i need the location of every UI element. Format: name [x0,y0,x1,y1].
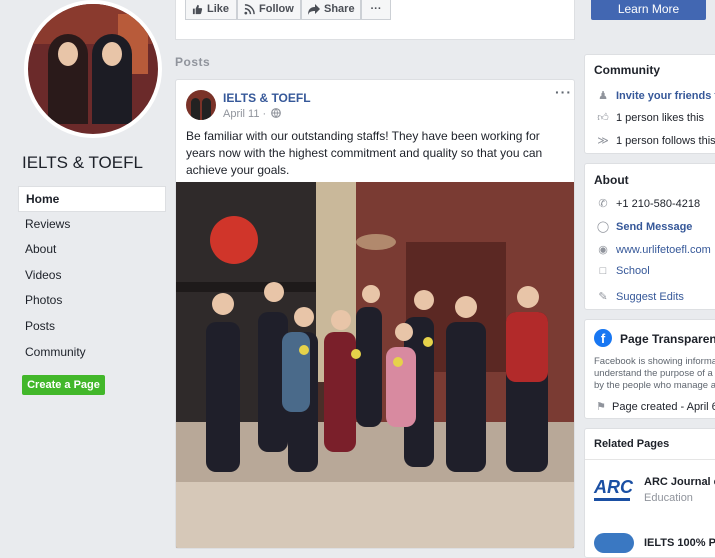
arc-logo-icon[interactable]: ARC [594,476,634,506]
rss-icon: ≫ [597,135,609,147]
nav-item-reviews[interactable]: Reviews [18,212,166,238]
category-row[interactable]: □ School [594,263,650,279]
facebook-logo-icon: f [594,329,612,347]
post-photo[interactable] [176,182,574,548]
messenger-icon: ◯ [596,221,610,233]
more-actions-button[interactable]: ··· [361,0,391,20]
nav-item-about[interactable]: About [18,237,166,263]
related-page-category: Education [644,492,693,504]
invite-friends-link[interactable]: Invite your friends to [616,90,715,102]
follow-label: Follow [259,3,294,15]
post-card: IELTS & TOEFL April 11 · ··· Be familiar… [175,79,575,549]
globe-icon [271,108,282,118]
thumbs-up-icon [192,4,203,14]
post-timestamp[interactable]: April 11 · [223,108,282,120]
divider [585,459,715,460]
page-created-text: Page created - April 6 [612,401,715,413]
friends-icon: ♟ [598,90,608,102]
posts-section-label: Posts [175,55,211,69]
related-page-name[interactable]: ARC Journal of [644,476,715,488]
learn-more-button[interactable]: Learn More [591,0,706,20]
message-row[interactable]: ◯ Send Message [594,219,693,235]
send-message-link[interactable]: Send Message [616,221,692,233]
like-button[interactable]: Like [185,0,237,20]
rss-follow-icon [244,3,255,15]
create-page-button[interactable]: Create a Page [22,375,105,395]
follow-button[interactable]: Follow [237,0,301,20]
related-pages-card: Related Pages ARC ARC Journal of Educati… [584,428,715,558]
thumbs-up-icon: 👍︎ [597,112,609,124]
post-options-button[interactable]: ··· [555,84,572,100]
share-label: Share [324,3,355,15]
about-card: About ✆ +1 210-580-4218 ◯ Send Message ◉ ww… [584,163,715,310]
phone-row: ✆ +1 210-580-4218 [594,196,700,212]
phone-number: +1 210-580-4218 [616,198,701,210]
related-pages-title: Related Pages [594,438,670,450]
website-row[interactable]: ◉ www.urlifetoefl.com [594,242,711,258]
follows-count: 1 person follows this [616,135,715,147]
flag-icon: ⚑ [596,401,606,413]
related-page-logo-icon[interactable] [594,533,634,553]
post-date-text: April 11 · [223,108,267,120]
phone-icon: ✆ [598,198,608,210]
share-button[interactable]: Share [301,0,361,20]
nav-item-home[interactable]: Home [18,186,166,212]
likes-row: 👍︎ 1 person likes this [594,110,704,126]
post-author-avatar[interactable] [186,90,216,120]
page-name[interactable]: IELTS & TOEFL [22,153,143,173]
globe-icon: ◉ [598,244,608,256]
follows-row: ≫ 1 person follows this [594,133,715,149]
community-card: Community ♟ Invite your friends to 👍︎ 1 pe… [584,54,715,154]
pencil-icon: ✎ [598,291,608,303]
nav-item-community[interactable]: Community [18,340,166,366]
invite-friends-row[interactable]: ♟ Invite your friends to [594,88,715,104]
like-label: Like [207,3,230,15]
nav-item-videos[interactable]: Videos [18,263,166,289]
community-title: Community [594,63,660,77]
likes-count: 1 person likes this [616,112,705,124]
post-author-name[interactable]: IELTS & TOEFL [223,91,311,105]
page-created-row: ⚑ Page created - April 6 [594,399,715,415]
website-link[interactable]: www.urlifetoefl.com [616,244,711,256]
category-icon: □ [599,265,607,277]
transparency-text-line-3: by the people who manage a [594,380,715,391]
nav-item-posts[interactable]: Posts [18,314,166,340]
about-title: About [594,173,629,187]
suggest-edits-link[interactable]: Suggest Edits [616,291,684,303]
share-arrow-icon [308,3,320,15]
page-transparency-card: f Page Transparency Facebook is showing … [584,319,715,419]
page-nav: Home Reviews About Videos Photos Posts C… [18,186,166,365]
transparency-text-line-2: understand the purpose of a [594,368,713,379]
suggest-edits-row[interactable]: ✎ Suggest Edits [594,289,684,305]
post-text: Be familiar with our outstanding staffs!… [186,129,543,177]
nav-item-photos[interactable]: Photos [18,288,166,314]
related-page-name[interactable]: IELTS 100% Pa [644,537,715,549]
arc-logo-text: ARC [594,477,633,497]
category-link[interactable]: School [616,265,650,277]
page-profile-photo[interactable] [24,0,162,138]
transparency-title: Page Transparency [620,332,715,346]
transparency-text-line-1: Facebook is showing informa [594,356,715,367]
group-photo-illustration [176,182,574,548]
